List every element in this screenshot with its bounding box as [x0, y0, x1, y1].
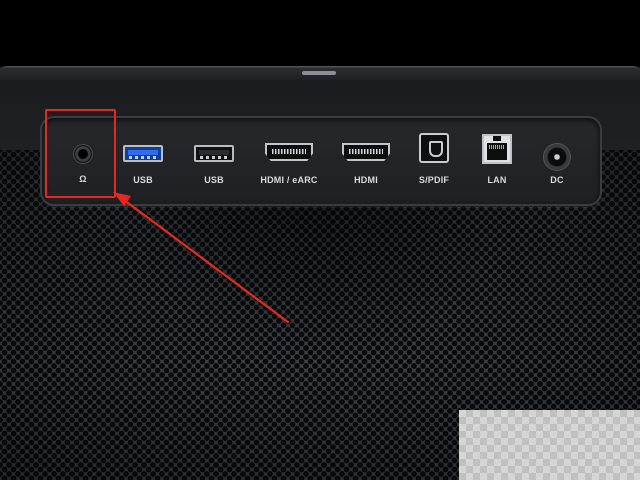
device-rear-photo: Ω USB USB HDMI / eARC HDMI S/PDIF LAN DC: [0, 0, 640, 480]
arrow-shaft: [122, 198, 290, 324]
annotation-arrow: [113, 192, 290, 324]
pixelated-watermark: [459, 410, 640, 480]
